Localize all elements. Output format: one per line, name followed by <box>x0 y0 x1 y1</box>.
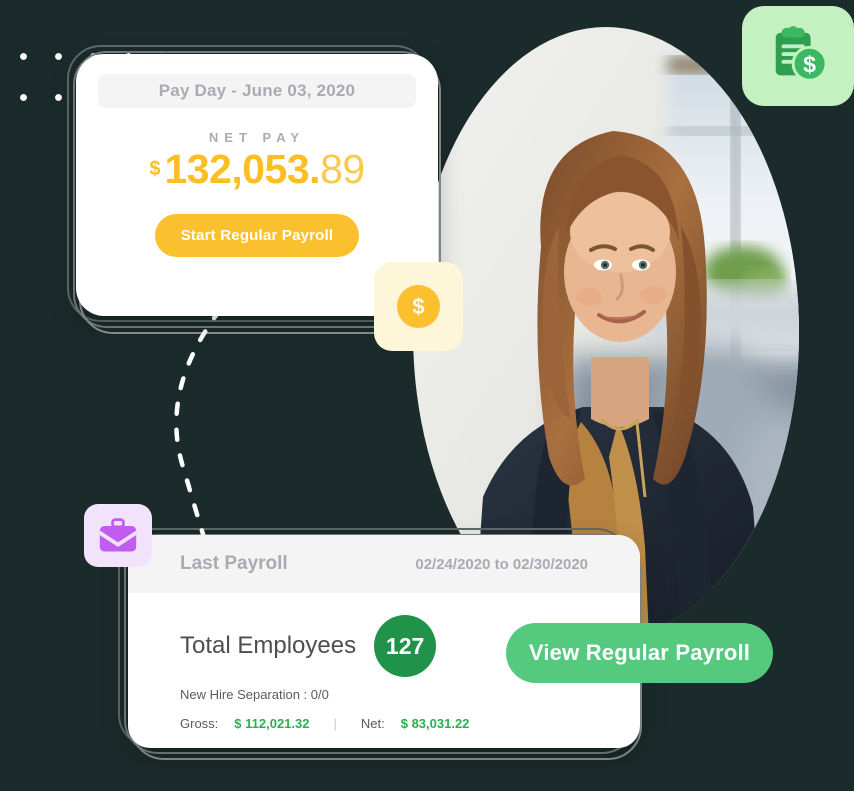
total-employees-count-badge: 127 <box>374 615 437 677</box>
clipboard-money-icon: $ <box>775 25 828 82</box>
new-hire-separation-text: New Hire Separation : 0/0 <box>180 687 329 702</box>
gross-label: Gross: <box>180 716 219 731</box>
clipboard-money-badge: $ <box>742 6 854 106</box>
dollar-coin-badge: $ <box>374 262 463 351</box>
gross-net-row: Gross: $ 112,021.32 | Net: $ 83,031.22 <box>180 716 588 731</box>
value-separator: | <box>333 716 337 731</box>
gross-value: $ 112,021.32 <box>234 716 310 731</box>
svg-text:$: $ <box>803 51 816 77</box>
total-employees-label: Total Employees <box>180 632 357 659</box>
last-payroll-date-range: 02/24/2020 to 02/30/2020 <box>415 555 588 573</box>
start-regular-payroll-button[interactable]: Start Regular Payroll <box>154 214 360 257</box>
currency-symbol: $ <box>149 158 161 180</box>
briefcase-badge <box>84 504 152 567</box>
amount-whole: 132,053. <box>164 146 321 192</box>
net-pay-label: NET PAY <box>208 130 306 145</box>
dollar-glyph: $ <box>412 293 425 319</box>
pay-day-header: Pay Day - June 03, 2020 <box>98 74 416 108</box>
net-label: Net: <box>360 716 385 731</box>
last-payroll-title: Last Payroll <box>180 553 288 574</box>
view-regular-payroll-button[interactable]: View Regular Payroll <box>506 623 773 683</box>
amount-decimals: 89 <box>320 146 365 192</box>
dashed-curve-connector <box>174 307 223 547</box>
pay-day-header-text: Pay Day - June 03, 2020 <box>158 81 356 100</box>
illustration-stage: Pay Day - June 03, 2020 NET PAY $ 132,05… <box>0 0 854 791</box>
dollar-coin-icon: $ <box>397 285 440 328</box>
briefcase-icon <box>99 517 137 551</box>
last-payroll-header: Last Payroll 02/24/2020 to 02/30/2020 <box>128 535 640 593</box>
net-value: $ 83,031.22 <box>400 716 470 731</box>
net-pay-amount: $ 132,053. 89 <box>76 149 438 190</box>
